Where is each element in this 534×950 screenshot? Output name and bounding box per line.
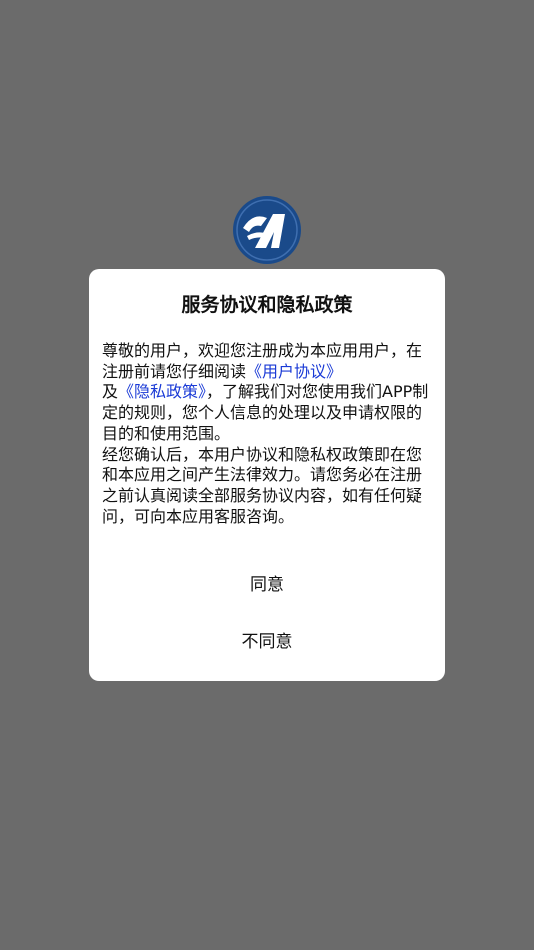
disagree-button[interactable]: 不同意 — [89, 628, 445, 656]
agree-button[interactable]: 同意 — [89, 571, 445, 599]
dialog-body: 尊敬的用户，欢迎您注册成为本应用用户，在注册前请您仔细阅读《用户协议》 及《隐私政… — [102, 341, 432, 527]
privacy-policy-link[interactable]: 《隐私政策》 — [118, 382, 206, 401]
body-text-and: 及 — [102, 382, 119, 402]
dialog-title: 服务协议和隐私政策 — [181, 294, 353, 316]
body-text-confirmation: 经您确认后，本用户协议和隐私权政策即在您和本应用之间产生法律效力。请您务必在注册… — [102, 444, 423, 526]
app-logo-icon — [233, 196, 301, 264]
user-agreement-link[interactable]: 《用户协议》 — [246, 362, 342, 381]
privacy-dialog: 服务协议和隐私政策 尊敬的用户，欢迎您注册成为本应用用户，在注册前请您仔细阅读《… — [89, 269, 445, 681]
